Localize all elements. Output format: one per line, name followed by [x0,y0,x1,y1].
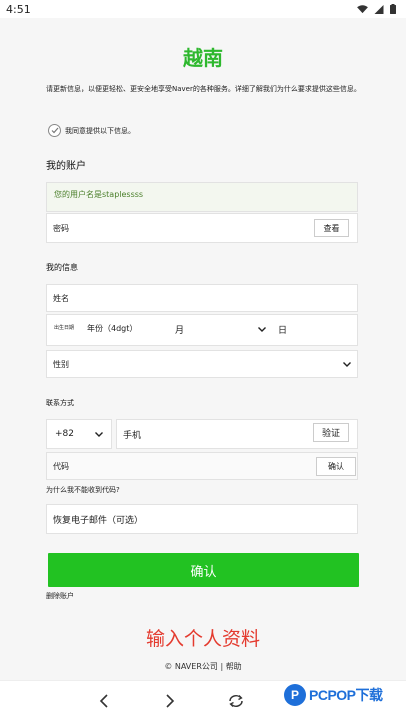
name-label: 姓名 [53,293,69,303]
back-arrow-icon [99,694,108,708]
screen: 4:51 越南 请更新信息，以便更轻松、更安全地享受Naver的各种服务。详细了… [0,0,406,720]
page-title: 越南 [183,46,223,70]
day-input[interactable]: 日 [278,323,287,336]
watermark: P PCPOP下载 [284,684,383,706]
contact-section-title: 联系方式 [46,399,74,407]
delete-account-link[interactable]: 删除账户 [46,591,74,601]
dob-label: 出生日期 [54,325,75,331]
gender-label: 性别 [53,359,69,369]
confirm-button-label: 确认 [190,564,217,580]
username-display: 您的用户名是staplessss [46,182,358,212]
banner-text: 输入个人资料 [145,628,260,650]
chevron-down-icon [343,361,351,367]
country-code-value: +82 [55,429,74,439]
checkmark-icon [48,124,61,137]
refresh-button[interactable] [224,689,248,713]
consent-label: 我同意提供以下信息。 [65,126,135,135]
forward-button[interactable] [158,689,182,713]
status-bar: 4:51 [0,0,406,18]
account-section-title: 我的账户 [46,161,86,172]
phone-label: 手机 [123,430,142,441]
password-field[interactable]: 密码 [46,213,358,243]
confirm-button[interactable]: 确认 [48,553,359,587]
forward-arrow-icon [166,694,175,708]
code-input[interactable]: 代码 [46,452,358,480]
password-label: 密码 [53,223,69,233]
dob-field: 出生日期 年份（4dgt） 月 日 [46,314,358,346]
info-section-title: 我的信息 [46,263,78,272]
wifi-icon [357,4,368,13]
battery-icon [390,4,396,14]
verify-button[interactable]: 验证 [313,423,349,442]
recovery-email-label: 恢复电子邮件（可选） [53,515,144,526]
year-input[interactable]: 年份（4dgt） [87,323,137,334]
status-icons [357,4,396,14]
code-label: 代码 [53,461,69,471]
chevron-down-icon [258,327,266,332]
watermark-text: PCPOP下载 [309,687,383,703]
signal-icon [374,4,384,14]
status-time: 4:51 [6,2,31,16]
recovery-email-input[interactable]: 恢复电子邮件（可选） [46,504,358,534]
footer: © NAVER公司 | 帮助 [0,661,406,672]
back-button[interactable] [92,689,116,713]
footer-separator: | [220,662,224,671]
name-field[interactable]: 姓名 [46,284,358,312]
view-password-button[interactable]: 查看 [314,219,349,237]
footer-help-link[interactable]: 帮助 [226,662,242,671]
confirm-code-button[interactable]: 确认 [316,457,356,476]
watermark-logo: P [284,684,306,706]
chevron-down-icon [95,431,103,437]
refresh-icon [229,695,243,707]
footer-copyright: © NAVER公司 [164,662,218,671]
consent-checkbox[interactable]: 我同意提供以下信息。 [48,124,135,137]
no-code-link[interactable]: 为什么我不能收到代码? [46,485,120,495]
month-select[interactable]: 月 [175,323,184,336]
gender-select[interactable]: 性别 [46,350,358,378]
country-code-select[interactable]: +82 [46,419,112,449]
intro-text: 请更新信息，以便更轻松、更安全地享受Naver的各种服务。详细了解我们为什么要求… [46,85,361,93]
